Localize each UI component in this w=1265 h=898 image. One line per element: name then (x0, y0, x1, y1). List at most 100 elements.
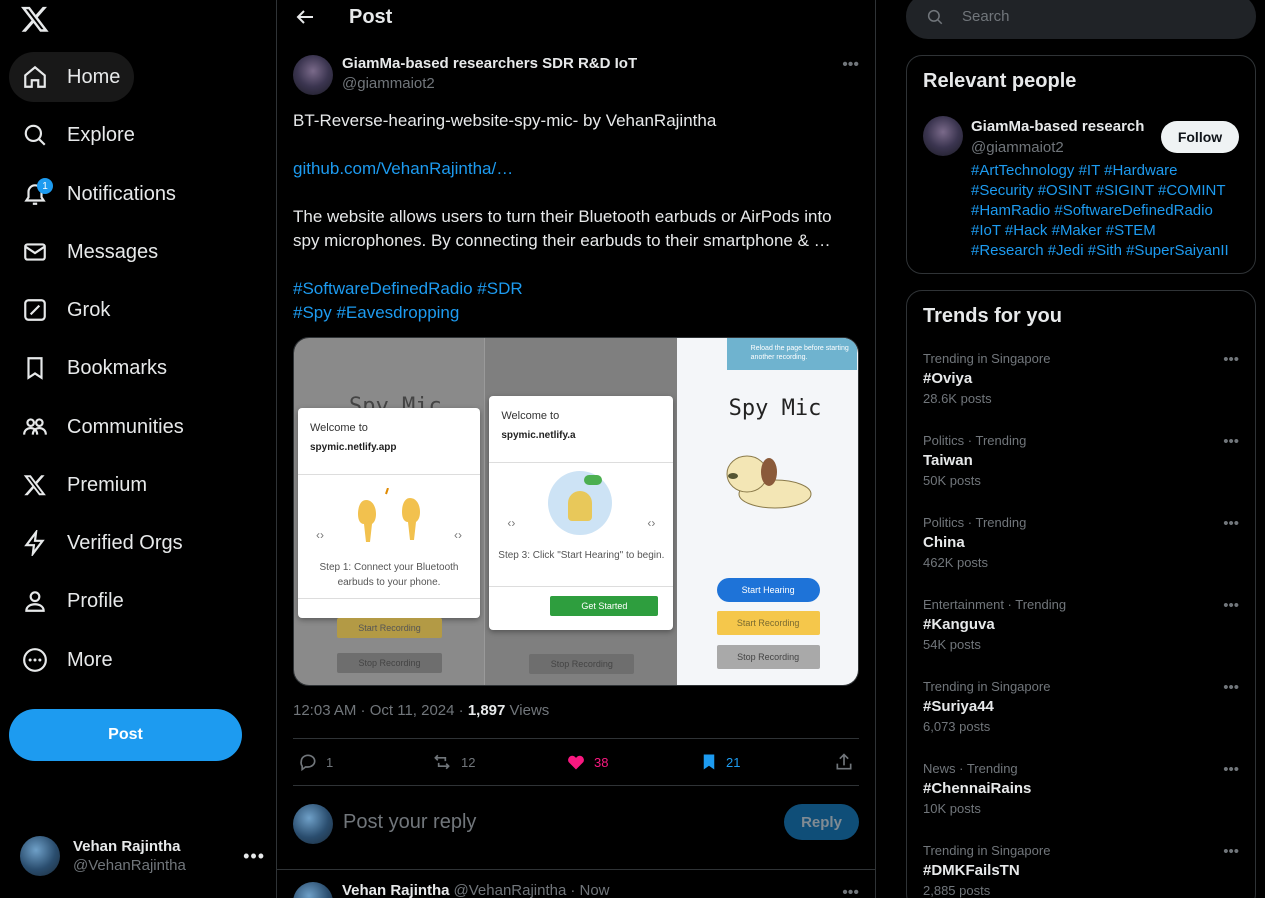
trend-count: 54K posts (923, 637, 981, 652)
more-horizontal-icon[interactable]: ••• (842, 884, 859, 898)
nav-label: Notifications (67, 182, 176, 205)
compose-post-button[interactable]: Post (9, 709, 242, 761)
nav-premium[interactable]: Premium (9, 460, 161, 510)
nav-profile[interactable]: Profile (9, 576, 138, 626)
more-horizontal-icon[interactable]: ••• (1223, 679, 1239, 696)
media-panel: Reload the page before starting another … (676, 338, 858, 685)
step-text: Step 1: Connect your Bluetooth earbuds t… (319, 562, 459, 588)
nav-grok[interactable]: Grok (9, 285, 124, 335)
reply-post[interactable]: Vehan Rajintha @VehanRajintha · Now (293, 882, 610, 898)
share-action[interactable] (834, 752, 862, 772)
nav-communities[interactable]: Communities (9, 402, 198, 452)
search-bar[interactable] (906, 0, 1256, 39)
bio-hashtags[interactable]: #HamRadio #SoftwareDefinedRadio (971, 201, 1246, 221)
trend-item[interactable]: Politics · Trending Taiwan 50K posts ••• (923, 433, 1241, 503)
reply-author-name[interactable]: Vehan Rajintha (342, 882, 450, 898)
divider (298, 598, 480, 599)
more-horizontal-icon[interactable]: ••• (842, 56, 859, 74)
more-horizontal-icon[interactable]: ••• (1223, 433, 1239, 450)
trend-item[interactable]: Trending in Singapore #Suriya44 6,073 po… (923, 679, 1241, 749)
nav-label: Bookmarks (67, 356, 168, 379)
action-bar: 1 12 38 21 (293, 738, 859, 786)
avatar (293, 882, 333, 898)
more-horizontal-icon[interactable]: ••• (1223, 761, 1239, 778)
reply-action[interactable]: 1 (298, 752, 333, 772)
bell-icon: 1 (21, 178, 53, 208)
trend-item[interactable]: Politics · Trending China 462K posts ••• (923, 515, 1241, 585)
account-name: Vehan Rajintha (73, 838, 181, 855)
media-panel: Spy Mic Welcome to spymic.netlify.app ‹›… (294, 338, 485, 685)
post-author[interactable]: GiamMa-based researchers SDR R&D IoT @gi… (293, 55, 637, 95)
main-column: Post GiamMa-based researchers SDR R&D Io… (276, 0, 876, 898)
person-handle[interactable]: @giammaiot2 (971, 139, 1064, 156)
onboarding-card: Welcome to spymic.netlify.app ‹› ‹› Step… (298, 408, 480, 618)
reply-time: · Now (570, 882, 610, 898)
more-horizontal-icon[interactable]: ••• (1223, 515, 1239, 532)
views-count: 1,897 (467, 702, 506, 719)
post-hashtags[interactable]: #Spy #Eavesdropping (293, 301, 859, 325)
grok-icon (21, 296, 49, 324)
bookmark-action[interactable]: 21 (700, 752, 740, 772)
lightning-icon (21, 529, 49, 557)
avatar[interactable] (293, 55, 333, 95)
repost-action[interactable]: 12 (431, 752, 475, 772)
stop-recording-button: Stop Recording (716, 645, 820, 669)
bookmark-icon (21, 354, 49, 382)
follow-button[interactable]: Follow (1161, 121, 1239, 153)
nav-explore[interactable]: Explore (9, 110, 149, 160)
avatar[interactable] (923, 116, 963, 156)
x-logo-icon[interactable] (20, 4, 50, 34)
onboarding-card: Welcome to spymic.netlify.a ‹› ‹› Step 3… (489, 396, 674, 630)
bio-hashtags[interactable]: #Security #OSINT #SIGINT #COMINT (971, 181, 1246, 201)
get-started-button: Get Started (550, 596, 659, 616)
nav-home[interactable]: Home (9, 52, 135, 102)
search-icon (927, 9, 943, 24)
post-link[interactable]: github.com/VehanRajintha/… (293, 157, 859, 181)
chevron-right-icon: ‹› (454, 528, 462, 542)
nav-label: More (67, 648, 113, 671)
account-switcher[interactable]: Vehan Rajintha @VehanRajintha ••• (20, 830, 265, 882)
more-horizontal-icon[interactable]: ••• (1223, 597, 1239, 614)
reply-input[interactable]: Post your reply (343, 811, 476, 834)
trend-item[interactable]: Trending in Singapore #DMKFailsTN 2,885 … (923, 843, 1241, 898)
nav-bookmarks[interactable]: Bookmarks (9, 343, 181, 393)
trend-item[interactable]: News · Trending #ChennaiRains 10K posts … (923, 761, 1241, 831)
person-icon (21, 587, 49, 615)
nav-more[interactable]: More (9, 635, 127, 685)
panel-heading: Trends for you (923, 305, 1062, 327)
bio-hashtags[interactable]: #Research #Jedi #Sith #SuperSaiyanII (971, 241, 1246, 261)
bio-hashtags[interactable]: #IoT #Hack #Maker #STEM (971, 221, 1246, 241)
post-hashtags[interactable]: #SoftwareDefinedRadio #SDR (293, 277, 859, 301)
post-media-image[interactable]: Spy Mic Welcome to spymic.netlify.app ‹›… (293, 337, 859, 686)
author-handle[interactable]: @giammaiot2 (342, 75, 637, 92)
dog-illustration (726, 455, 812, 509)
like-count: 38 (594, 754, 609, 770)
reply-button[interactable]: Reply (784, 804, 859, 840)
post-timestamp[interactable]: 12:03 AM · Oct 11, 2024 (293, 702, 454, 719)
welcome-text: Welcome to (501, 410, 560, 422)
nav-notifications[interactable]: 1 Notifications (9, 169, 190, 219)
chevron-right-icon: ‹› (647, 516, 656, 530)
like-action[interactable]: 38 (566, 752, 608, 772)
repost-count: 12 (461, 754, 476, 770)
trend-item[interactable]: Entertainment · Trending #Kanguva 54K po… (923, 597, 1241, 667)
reply-author-handle[interactable]: @VehanRajintha (454, 882, 567, 898)
more-horizontal-icon[interactable]: ••• (1223, 843, 1239, 860)
reply-count: 1 (326, 754, 334, 770)
notification-badge: 1 (37, 178, 53, 194)
more-horizontal-icon[interactable]: ••• (1223, 351, 1239, 368)
bio-hashtags[interactable]: #ArtTechnology #IT #Hardware (971, 161, 1246, 181)
heart-filled-icon (568, 755, 584, 770)
nav-messages[interactable]: Messages (9, 227, 172, 277)
bookmark-filled-icon (703, 754, 715, 770)
step-text: Step 3: Click "Start Hearing" to begin. (498, 550, 665, 561)
search-input[interactable] (962, 8, 1242, 25)
welcome-text: Welcome to (310, 422, 368, 434)
nav-verified-orgs[interactable]: Verified Orgs (9, 518, 197, 568)
author-name[interactable]: GiamMa-based researchers SDR R&D IoT (342, 55, 637, 72)
back-arrow-icon[interactable] (293, 5, 317, 29)
trend-item[interactable]: Trending in Singapore #Oviya 28.6K posts… (923, 351, 1241, 421)
nav-label: Messages (67, 240, 159, 263)
person-name[interactable]: GiamMa-based research (971, 118, 1144, 135)
more-horizontal-icon: ••• (243, 845, 265, 866)
